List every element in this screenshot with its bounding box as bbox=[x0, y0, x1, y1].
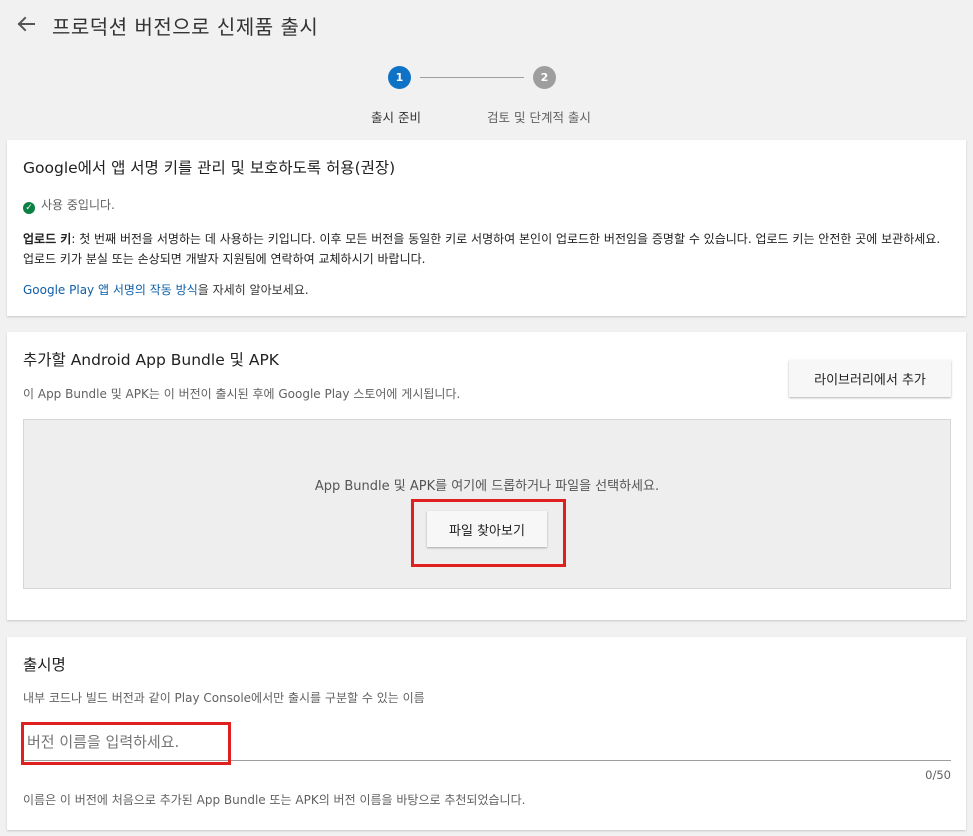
bundles-card: 추가할 Android App Bundle 및 APK 이 App Bundl… bbox=[7, 332, 966, 620]
release-name-title: 출시명 bbox=[23, 656, 66, 674]
add-from-library-button[interactable]: 라이브러리에서 추가 bbox=[789, 360, 951, 397]
app-signing-title-text: Google에서 앱 서명 키를 관리 및 보호하도록 허용(권장) bbox=[23, 159, 396, 177]
top-bar: 프로덕션 버전으로 신제품 출시 bbox=[0, 0, 973, 52]
check-circle-icon: ✓ bbox=[23, 202, 35, 214]
signing-status-text: 사용 중입니다. bbox=[41, 198, 115, 212]
app-signing-learn-link[interactable]: Google Play 앱 서명의 작동 방식 bbox=[23, 283, 198, 297]
bundles-subtitle: 이 App Bundle 및 APK는 이 버전이 출시된 후에 Google … bbox=[23, 387, 461, 401]
bundle-dropzone[interactable]: App Bundle 및 APK를 여기에 드롭하거나 파일을 선택하세요. 파… bbox=[23, 419, 951, 589]
bundles-title: 추가할 Android App Bundle 및 APK bbox=[23, 351, 279, 369]
browse-files-button[interactable]: 파일 찾아보기 bbox=[427, 511, 547, 547]
step-connector bbox=[420, 77, 524, 78]
character-counter: 0/50 bbox=[925, 768, 951, 782]
arrow-left-icon[interactable] bbox=[12, 10, 40, 38]
release-name-note: 이름은 이 버전에 처음으로 추가된 App Bundle 또는 APK의 버전… bbox=[23, 793, 526, 807]
upload-key-description: 업로드 키: 첫 번째 버전을 서명하는 데 사용하는 키입니다. 이후 모든 … bbox=[23, 229, 953, 269]
signing-status: ✓ 사용 중입니다. bbox=[23, 196, 115, 214]
learn-more-suffix: 을 자세히 알아보세요. bbox=[197, 283, 309, 297]
upload-key-text: : 첫 번째 버전을 서명하는 데 사용하는 키입니다. 이후 모든 버전을 동… bbox=[23, 232, 941, 266]
stepper: 1 2 출시 준비 검토 및 단계적 출시 bbox=[0, 66, 973, 126]
page-title: 프로덕션 버전으로 신제품 출시 bbox=[52, 15, 319, 39]
dropzone-text: App Bundle 및 APK를 여기에 드롭하거나 파일을 선택하세요. bbox=[314, 479, 660, 494]
step-1-label: 출시 준비 bbox=[371, 110, 421, 125]
step-2-indicator: 2 bbox=[533, 66, 556, 89]
app-signing-title: Google에서 앱 서명 키를 관리 및 보호하도록 허용(권장) bbox=[23, 156, 395, 178]
release-name-input[interactable] bbox=[23, 723, 951, 761]
step-2-label: 검토 및 단계적 출시 bbox=[487, 110, 591, 125]
release-name-subtitle: 내부 코드나 빌드 버전과 같이 Play Console에서만 출시를 구분할… bbox=[23, 691, 425, 705]
release-name-card: 출시명 내부 코드나 빌드 버전과 같이 Play Console에서만 출시를… bbox=[7, 637, 966, 830]
app-signing-card: Google에서 앱 서명 키를 관리 및 보호하도록 허용(권장) ✓ 사용 중… bbox=[7, 140, 966, 316]
upload-key-label: 업로드 키 bbox=[23, 232, 72, 246]
step-1-indicator: 1 bbox=[388, 66, 411, 89]
learn-more-line: Google Play 앱 서명의 작동 방식을 자세히 알아보세요. bbox=[23, 281, 309, 298]
